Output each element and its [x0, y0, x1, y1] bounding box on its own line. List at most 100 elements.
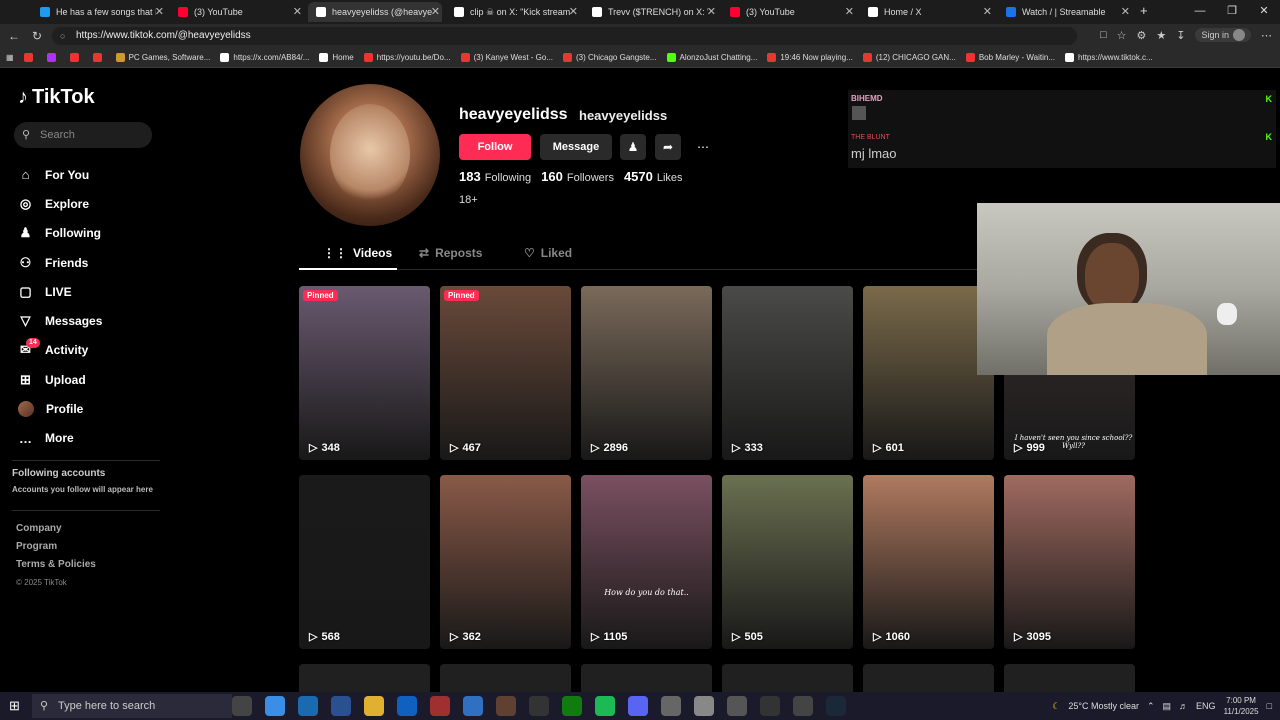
sidebar-item-messages[interactable]: ▽ Messages [18, 306, 103, 335]
video-thumbnail[interactable]: Pinned ▷ 467 [440, 286, 571, 460]
downloads-icon[interactable]: ↧ [1176, 29, 1185, 42]
video-thumbnail[interactable]: ▷ 2896 [581, 286, 712, 460]
video-thumbnail[interactable]: Pinned ▷ 348 [299, 286, 430, 460]
edge-icon[interactable] [298, 696, 318, 716]
following-stat[interactable]: 183 Following [459, 169, 531, 184]
footer-program[interactable]: Program [16, 538, 96, 556]
app-icon[interactable] [694, 696, 714, 716]
app-icon[interactable] [529, 696, 549, 716]
tab-liked[interactable]: ♡ Liked [524, 246, 572, 260]
close-tab-icon[interactable]: ✕ [707, 5, 716, 18]
browser-tab[interactable]: Watch / | Streamable ✕ [998, 2, 1132, 22]
sidebar-item-more[interactable]: … More [18, 424, 102, 453]
close-window-icon[interactable]: ✕ [1248, 0, 1280, 24]
taskbar-search-input[interactable]: ⚲ Type here to search [32, 694, 232, 718]
bookmark-item[interactable]: Home [319, 53, 359, 62]
video-thumbnail[interactable]: ▷ 505 [722, 475, 853, 649]
video-thumbnail[interactable] [1004, 664, 1135, 692]
notifications-icon[interactable]: □ [1267, 701, 1272, 711]
tray-chevron-icon[interactable]: ⌃ [1147, 701, 1155, 712]
reload-icon[interactable]: ↻ [32, 29, 42, 43]
tiktok-logo[interactable]: ♪ TikTok [18, 86, 95, 109]
bookmark-item[interactable] [69, 53, 89, 62]
xbox-icon[interactable] [562, 696, 582, 716]
file-explorer-icon[interactable] [364, 696, 384, 716]
bookmark-item[interactable]: PC Games, Software... [115, 53, 217, 62]
video-thumbnail[interactable] [440, 664, 571, 692]
sidebar-item-activity[interactable]: ✉ 14 Activity [18, 336, 102, 365]
app-icon[interactable] [496, 696, 516, 716]
url-input[interactable]: ○ https://www.tiktok.com/@heavyeyelidss [52, 27, 1077, 45]
bookmark-item[interactable]: (12) CHICAGO GAN... [862, 53, 962, 62]
weather-text[interactable]: 25°C Mostly clear [1068, 701, 1139, 711]
bookmark-item[interactable] [23, 53, 43, 62]
bookmark-item[interactable] [92, 53, 112, 62]
close-tab-icon[interactable]: ✕ [1121, 5, 1130, 18]
clock[interactable]: 7:00 PM 11/1/2025 [1224, 695, 1259, 717]
app-icon[interactable] [463, 696, 483, 716]
favorites-icon[interactable]: ★ [1156, 29, 1166, 42]
apps-icon[interactable]: ▦ [6, 53, 14, 62]
sidebar-item-explore[interactable]: ◎ Explore [18, 189, 102, 218]
share-icon[interactable]: ➦ [655, 134, 681, 160]
task-view-icon[interactable] [232, 696, 252, 716]
video-thumbnail[interactable] [299, 664, 430, 692]
video-thumbnail[interactable]: ▷ 1060 [863, 475, 994, 649]
footer-terms[interactable]: Terms & Policies [16, 556, 96, 574]
bookmark-item[interactable]: https://www.tiktok.c... [1065, 53, 1159, 62]
sidebar-item-for-you[interactable]: ⌂ For You [18, 160, 102, 189]
tab-reposts[interactable]: ⇄ Reposts [419, 246, 482, 260]
message-button[interactable]: Message [540, 134, 612, 160]
video-thumbnail[interactable]: ▷ 601 [863, 286, 994, 460]
network-icon[interactable]: ▤ [1163, 701, 1172, 712]
sidebar-item-upload[interactable]: ⊞ Upload [18, 365, 102, 394]
bookmark-item[interactable]: https://x.com/AB84/... [220, 53, 315, 62]
discord-icon[interactable] [628, 696, 648, 716]
close-tab-icon[interactable]: ✕ [431, 5, 440, 18]
video-thumbnail[interactable] [581, 664, 712, 692]
browser-tab[interactable]: clip ☠ on X: "Kick stream ✕ [446, 2, 580, 22]
followers-stat[interactable]: 160 Followers [541, 169, 614, 184]
language-indicator[interactable]: ENG [1196, 701, 1216, 711]
sign-in-button[interactable]: Sign in [1195, 28, 1251, 42]
sidebar-item-profile[interactable]: Profile [18, 394, 102, 423]
menu-icon[interactable]: ⋯ [1261, 29, 1272, 42]
windows-start-icon[interactable]: ⊞ [9, 698, 20, 714]
bookmark-item[interactable]: 19:46 Now playing... [767, 53, 859, 62]
new-tab-icon[interactable]: + [1140, 3, 1148, 18]
restore-icon[interactable]: ❐ [1216, 0, 1248, 24]
browser-tab[interactable]: Home / X ✕ [860, 2, 994, 22]
app-icon[interactable] [661, 696, 681, 716]
video-thumbnail[interactable]: ▷ 1105 [581, 475, 712, 649]
more-options-icon[interactable]: ⋯ [690, 134, 716, 160]
steam-icon[interactable] [826, 696, 846, 716]
video-thumbnail[interactable]: ▷ 333 [722, 286, 853, 460]
sidebar-item-live[interactable]: ▢ LIVE [18, 277, 102, 306]
video-thumbnail[interactable]: ▷ 568 [299, 475, 430, 649]
bookmark-item[interactable]: Bob Marley - Waitin... [965, 53, 1061, 62]
video-thumbnail[interactable]: ▷ 3095 [1004, 475, 1135, 649]
close-tab-icon[interactable]: ✕ [983, 5, 992, 18]
extensions-icon[interactable]: ⚙ [1137, 29, 1147, 42]
favorite-star-icon[interactable]: ☆ [1117, 29, 1127, 42]
browser-tab[interactable]: Trevv ($TRENCH) on X: "Lo✕ [584, 2, 718, 22]
site-info-icon[interactable]: ○ [60, 27, 65, 45]
outlook-icon[interactable] [397, 696, 417, 716]
bookmark-item[interactable] [46, 53, 66, 62]
browser-tab[interactable]: (3) YouTube ✕ [170, 2, 304, 22]
spotify-icon[interactable] [595, 696, 615, 716]
browser-tab[interactable]: He has a few songs that I've✕ [32, 2, 166, 22]
minimize-icon[interactable]: — [1184, 0, 1216, 24]
bookmark-item[interactable]: AlonzoJust Chatting... [666, 53, 764, 62]
sidebar-item-friends[interactable]: ⚇ Friends [18, 248, 102, 277]
close-tab-icon[interactable]: ✕ [155, 5, 164, 18]
close-tab-icon[interactable]: ✕ [845, 5, 854, 18]
footer-company[interactable]: Company [16, 520, 96, 538]
follow-button[interactable]: Follow [459, 134, 531, 160]
bookmark-item[interactable]: (3) Chicago Gangste... [563, 53, 662, 62]
bookmark-item[interactable]: (3) Kanye West - Go... [460, 53, 559, 62]
bookmark-item[interactable]: https://youtu.be/Do... [363, 53, 457, 62]
tab-videos[interactable]: ⋮⋮ Videos [323, 246, 392, 260]
browser-tab[interactable]: (3) YouTube ✕ [722, 2, 856, 22]
copilot-icon[interactable] [265, 696, 285, 716]
